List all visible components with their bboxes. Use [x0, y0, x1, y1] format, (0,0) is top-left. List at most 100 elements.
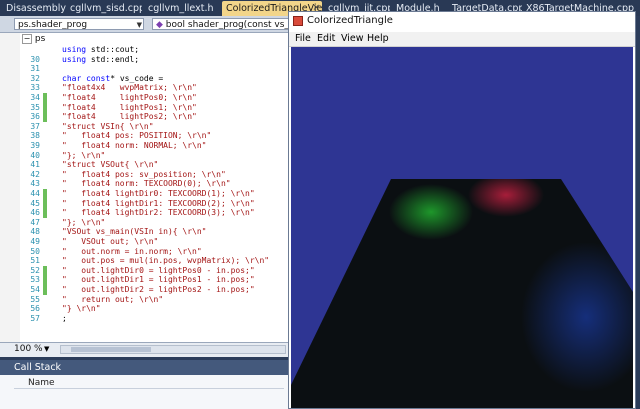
line-number: 36 — [30, 112, 40, 122]
line-number: 48 — [30, 227, 40, 237]
code-line: "}; \r\n" — [62, 217, 106, 227]
scope-dropdown[interactable]: ps.shader_prog ▼ — [14, 18, 144, 30]
editor-margin — [0, 33, 20, 342]
line-number: 34 — [30, 93, 40, 102]
line-number: 50 — [30, 246, 40, 256]
line-number: 45 — [30, 198, 40, 208]
code-line: " VSOut out; \r\n" — [62, 237, 159, 246]
line-number: 31 — [30, 64, 40, 74]
code-line: "struct VSIn{ \r\n" — [62, 121, 154, 131]
tab-cgllvm-sisd-cpp[interactable]: cgllvm_sisd.cpp — [66, 1, 142, 16]
tab-label: cgllvm_sisd.cpp — [70, 3, 142, 14]
member-value: bool shader_prog(const vs_output — [165, 20, 289, 30]
line-number: 46 — [30, 208, 40, 218]
change-marker — [43, 275, 47, 285]
column-name: Name — [28, 378, 55, 388]
code-line: "float4 lightPos1; \r\n" — [62, 102, 197, 112]
code-line: " float4 pos: sv_position; \r\n" — [62, 169, 226, 179]
navigation-bar: ps.shader_prog ▼ ◆ bool shader_prog(const… — [0, 16, 290, 33]
line-number: 47 — [30, 217, 40, 227]
code-line: " float4 norm: NORMAL; \r\n" — [62, 141, 207, 150]
line-number: 35 — [30, 102, 40, 112]
code-line: " float4 pos: POSITION; \r\n" — [62, 131, 212, 141]
chevron-down-icon: ▼ — [136, 21, 142, 29]
code-line: "VSOut vs_main(VSIn in){ \r\n" — [62, 227, 207, 237]
change-marker — [43, 112, 47, 122]
code-line: " float4 lightDir0: TEXCOORD(1); \r\n" — [62, 189, 255, 198]
code-line: "float4 lightPos2; \r\n" — [62, 112, 197, 122]
line-number: 51 — [30, 256, 40, 266]
code-line: " out.norm = in.norm; \r\n" — [62, 246, 202, 256]
code-line: " out.lightDir2 = lightPos2 - in.pos;" — [62, 285, 255, 294]
line-number: 54 — [30, 285, 40, 294]
menu-help[interactable]: Help — [367, 33, 389, 45]
line-number: 52 — [30, 265, 40, 275]
menu-bar: File Edit View Help — [289, 32, 635, 47]
code-line: " out.lightDir0 = lightPos0 - in.pos;" — [62, 265, 255, 275]
render-viewport[interactable] — [291, 47, 633, 408]
code-line: " float4 norm: TEXCOORD(0); \r\n" — [62, 179, 231, 189]
change-marker — [43, 198, 47, 209]
window-title-bar[interactable]: ColorizedTriangle — [289, 12, 635, 32]
line-number: 37 — [30, 121, 40, 131]
line-number: 39 — [30, 141, 40, 150]
change-marker — [43, 93, 47, 103]
tab-label: cgllvm_llext.h — [148, 3, 214, 14]
menu-edit[interactable]: Edit — [317, 33, 335, 45]
code-line: "}; \r\n" — [62, 150, 106, 160]
editor-zoom-bar: 100 % ▼ — [0, 342, 290, 357]
callstack-panel-title: Call Stack — [0, 360, 290, 375]
code-line: "float4 lightPos0; \r\n" — [62, 93, 197, 102]
code-editor[interactable]: − ps using std::cout; 30 using std::endl; 3… — [0, 33, 290, 342]
line-number: 53 — [30, 275, 40, 285]
menu-file[interactable]: File — [295, 33, 311, 45]
line-number: 40 — [30, 150, 40, 160]
line-number: 55 — [30, 294, 40, 304]
method-icon: ◆ — [156, 20, 163, 30]
code-line: using std::endl; — [62, 54, 140, 64]
code-line: " float4 lightDir1: TEXCOORD(2); \r\n" — [62, 198, 255, 208]
chevron-down-icon[interactable]: ▼ — [44, 345, 49, 353]
code-line: "} \r\n" — [62, 304, 101, 314]
line-number: 56 — [30, 304, 40, 314]
code-line: " return out; \r\n" — [62, 294, 164, 304]
line-number: 43 — [30, 179, 40, 189]
change-marker — [43, 189, 47, 199]
collapse-icon[interactable]: − — [22, 34, 32, 44]
tab-cgllvm-llext-h[interactable]: cgllvm_llext.h — [144, 1, 220, 16]
code-line: ; — [62, 313, 67, 323]
line-number: 38 — [30, 131, 40, 141]
scrollbar-thumb[interactable] — [71, 347, 151, 352]
change-marker — [43, 265, 47, 276]
member-dropdown[interactable]: ◆ bool shader_prog(const vs_output — [152, 18, 290, 30]
code-line: " float4 lightDir2: TEXCOORD(3); \r\n" — [62, 208, 255, 218]
code-line: "float4x4 wvpMatrix; \r\n" — [62, 83, 197, 93]
line-number: 44 — [30, 189, 40, 198]
code-line: " out.pos = mul(in.pos, wvpMatrix); \r\n… — [62, 256, 270, 266]
tab-label: Disassembly — [6, 3, 66, 14]
change-marker — [43, 285, 47, 295]
change-marker — [43, 102, 47, 113]
callstack-column-header[interactable]: Name — [14, 377, 284, 389]
green-light-spot — [389, 184, 473, 240]
line-number: 57 — [30, 313, 40, 323]
scope-value: ps.shader_prog — [18, 20, 88, 30]
change-marker — [43, 208, 47, 218]
horizontal-scrollbar[interactable] — [60, 345, 286, 354]
menu-view[interactable]: View — [341, 33, 364, 45]
code-line: char const* vs_code = — [62, 73, 164, 83]
colorized-triangle-window: ColorizedTriangle File Edit View Help — [288, 11, 636, 409]
line-number: 42 — [30, 169, 40, 179]
zoom-level[interactable]: 100 % — [14, 344, 43, 354]
window-title: ColorizedTriangle — [307, 15, 393, 26]
line-number: 30 — [30, 54, 40, 64]
code-line: " out.lightDir1 = lightPos1 - in.pos;" — [62, 275, 255, 285]
line-number: 49 — [30, 237, 40, 246]
code-line: using std::cout; — [62, 45, 140, 54]
tab-disassembly[interactable]: Disassembly — [2, 1, 66, 16]
line-number: 41 — [30, 160, 40, 170]
code-line: "struct VSOut{ \r\n" — [62, 160, 159, 170]
line-number: 32 — [30, 73, 40, 83]
line-number: 33 — [30, 83, 40, 93]
callstack-panel: Name — [0, 375, 290, 409]
